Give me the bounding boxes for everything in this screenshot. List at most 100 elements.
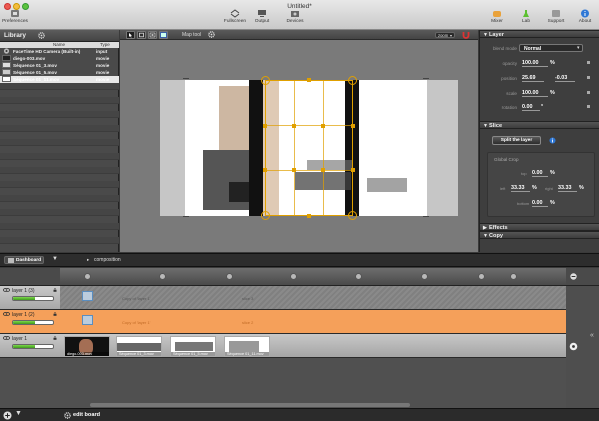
gear-icon[interactable] <box>38 32 45 39</box>
fullscreen-button[interactable]: Fullscreen <box>220 9 250 24</box>
resize-handle[interactable] <box>292 168 296 172</box>
track-lane-selected[interactable]: Copy of 'layer 1' slice 2 <box>60 310 566 334</box>
resize-handle[interactable] <box>292 124 296 128</box>
opacity-field[interactable]: 100.00 <box>522 60 548 67</box>
clip-thumbnail[interactable] <box>82 315 93 325</box>
media-clip[interactable]: Séquence 01_11.mov <box>224 336 270 357</box>
media-clip[interactable]: Séquence 01_5.mov <box>170 336 216 357</box>
info-icon[interactable] <box>549 137 556 144</box>
position-x-field[interactable]: 25.69 <box>522 75 544 82</box>
devices-button[interactable]: Devices <box>280 9 310 24</box>
timeline-ruler[interactable] <box>60 268 566 286</box>
resize-handle[interactable] <box>307 214 311 218</box>
selection-bounds[interactable] <box>265 80 353 216</box>
track-title[interactable]: layer 1 (2) <box>12 312 35 318</box>
cue-play-icon[interactable] <box>478 273 485 280</box>
library-item[interactable]: Séquence 01_3.mov movie <box>0 62 119 69</box>
lock-icon[interactable] <box>53 312 57 316</box>
zoom-dropdown[interactable]: zoom ▾ <box>435 32 455 38</box>
cue-play-icon[interactable] <box>226 273 233 280</box>
eye-icon[interactable] <box>3 288 10 292</box>
library-item-selected[interactable]: Séquence 01_11.mov movie <box>0 76 119 83</box>
keyframe-icon[interactable] <box>587 105 590 108</box>
track-opacity-slider[interactable] <box>12 320 54 325</box>
chevron-down-icon[interactable]: ▼ <box>52 256 58 262</box>
crop-left-field[interactable]: 33.33 <box>511 185 530 192</box>
library-item[interactable]: diego-003.mov movie <box>0 55 119 62</box>
lock-icon[interactable] <box>53 336 57 340</box>
composition-label[interactable]: composition <box>94 257 121 263</box>
about-button[interactable]: About <box>570 9 599 24</box>
rotation-handle[interactable] <box>261 211 270 220</box>
resize-handle[interactable] <box>351 168 355 172</box>
track-lane[interactable]: Copy of 'layer 1' slice 3 <box>60 286 566 310</box>
track-header[interactable]: layer 1 <box>0 334 60 358</box>
column-type-header[interactable]: Type <box>100 42 110 47</box>
collapse-panel-icon[interactable]: « <box>590 332 594 339</box>
resize-handle[interactable] <box>351 124 355 128</box>
lock-icon[interactable] <box>53 288 57 292</box>
keyframe-icon[interactable] <box>587 76 590 79</box>
edit-board-button[interactable]: edit board <box>73 412 100 418</box>
gear-icon[interactable] <box>208 31 215 38</box>
resize-handle[interactable] <box>321 124 325 128</box>
cue-play-icon[interactable] <box>84 273 91 280</box>
track-opacity-slider[interactable] <box>12 296 54 301</box>
cue-play-icon[interactable] <box>159 273 166 280</box>
layer-section-header[interactable]: ▼ Layer <box>480 30 599 38</box>
keyframe-icon[interactable] <box>587 61 590 64</box>
resize-handle[interactable] <box>307 78 311 82</box>
mixer-button[interactable]: Mixer <box>482 9 512 24</box>
track-opacity-slider[interactable] <box>12 344 54 349</box>
record-icon[interactable] <box>569 342 578 351</box>
chevron-down-icon[interactable]: ▼ <box>15 410 22 417</box>
media-clip[interactable]: Séquence 01_3.mov <box>116 336 162 357</box>
eye-icon[interactable] <box>3 336 10 340</box>
resize-handle[interactable] <box>321 168 325 172</box>
lab-button[interactable]: Lab <box>511 9 541 24</box>
rotation-handle[interactable] <box>348 76 357 85</box>
support-button[interactable]: Support <box>541 9 571 24</box>
crop-top-field[interactable]: 0.00 <box>532 170 548 177</box>
output-button[interactable]: Output <box>247 9 277 24</box>
scale-field[interactable]: 100.00 <box>522 90 548 97</box>
track-title[interactable]: layer 1 (3) <box>12 288 35 294</box>
slice-section-header[interactable]: ▼ Slice <box>480 121 599 129</box>
preferences-button[interactable]: Preferences <box>0 9 30 24</box>
cue-play-icon[interactable] <box>355 273 362 280</box>
cue-play-icon[interactable] <box>510 273 517 280</box>
horizontal-scrollbar[interactable] <box>90 403 410 407</box>
track-lane[interactable]: diego-003.mov Séquence 01_3.mov Séquence… <box>60 334 566 358</box>
eye-icon[interactable] <box>3 312 10 316</box>
resize-handle[interactable] <box>263 124 267 128</box>
map-tool-button[interactable] <box>159 31 168 39</box>
dashboard-selector[interactable]: Dashboard <box>4 256 44 264</box>
media-clip[interactable]: diego-003.mov <box>64 336 110 357</box>
effects-section-header[interactable]: ▶ Effects <box>480 223 599 231</box>
track-header[interactable]: layer 1 (3) <box>0 286 60 310</box>
copy-section-header[interactable]: ▼ Copy <box>480 231 599 239</box>
blend-mode-select[interactable]: Normal ▾ <box>519 44 583 52</box>
track-title[interactable]: layer 1 <box>12 336 27 342</box>
library-item[interactable]: FaceTime HD Camera (Built-in) input <box>0 48 119 55</box>
column-name-header[interactable]: Name <box>53 42 65 47</box>
cue-play-icon[interactable] <box>290 273 297 280</box>
transform-tool-button[interactable] <box>137 31 146 39</box>
library-item[interactable]: Séquence 01_5.mov movie <box>0 69 119 76</box>
crop-bottom-field[interactable]: 0.00 <box>532 200 548 207</box>
select-tool-button[interactable] <box>126 31 135 39</box>
disclosure-closed-icon[interactable]: ▸ <box>87 257 89 263</box>
split-layer-button[interactable]: Split the layer <box>492 136 541 145</box>
keyframe-icon[interactable] <box>587 91 590 94</box>
rotation-handle[interactable] <box>261 76 270 85</box>
magnet-icon[interactable] <box>462 31 470 39</box>
track-header-selected[interactable]: layer 1 (2) <box>0 310 60 334</box>
canvas-area[interactable] <box>120 40 478 252</box>
cue-play-icon[interactable] <box>421 273 428 280</box>
resize-handle[interactable] <box>263 168 267 172</box>
slice-tool-button[interactable] <box>148 31 157 39</box>
crop-right-field[interactable]: 33.33 <box>558 185 577 192</box>
remove-icon[interactable] <box>569 273 578 280</box>
rotation-handle[interactable] <box>348 211 357 220</box>
position-y-field[interactable]: -0.03 <box>555 75 575 82</box>
